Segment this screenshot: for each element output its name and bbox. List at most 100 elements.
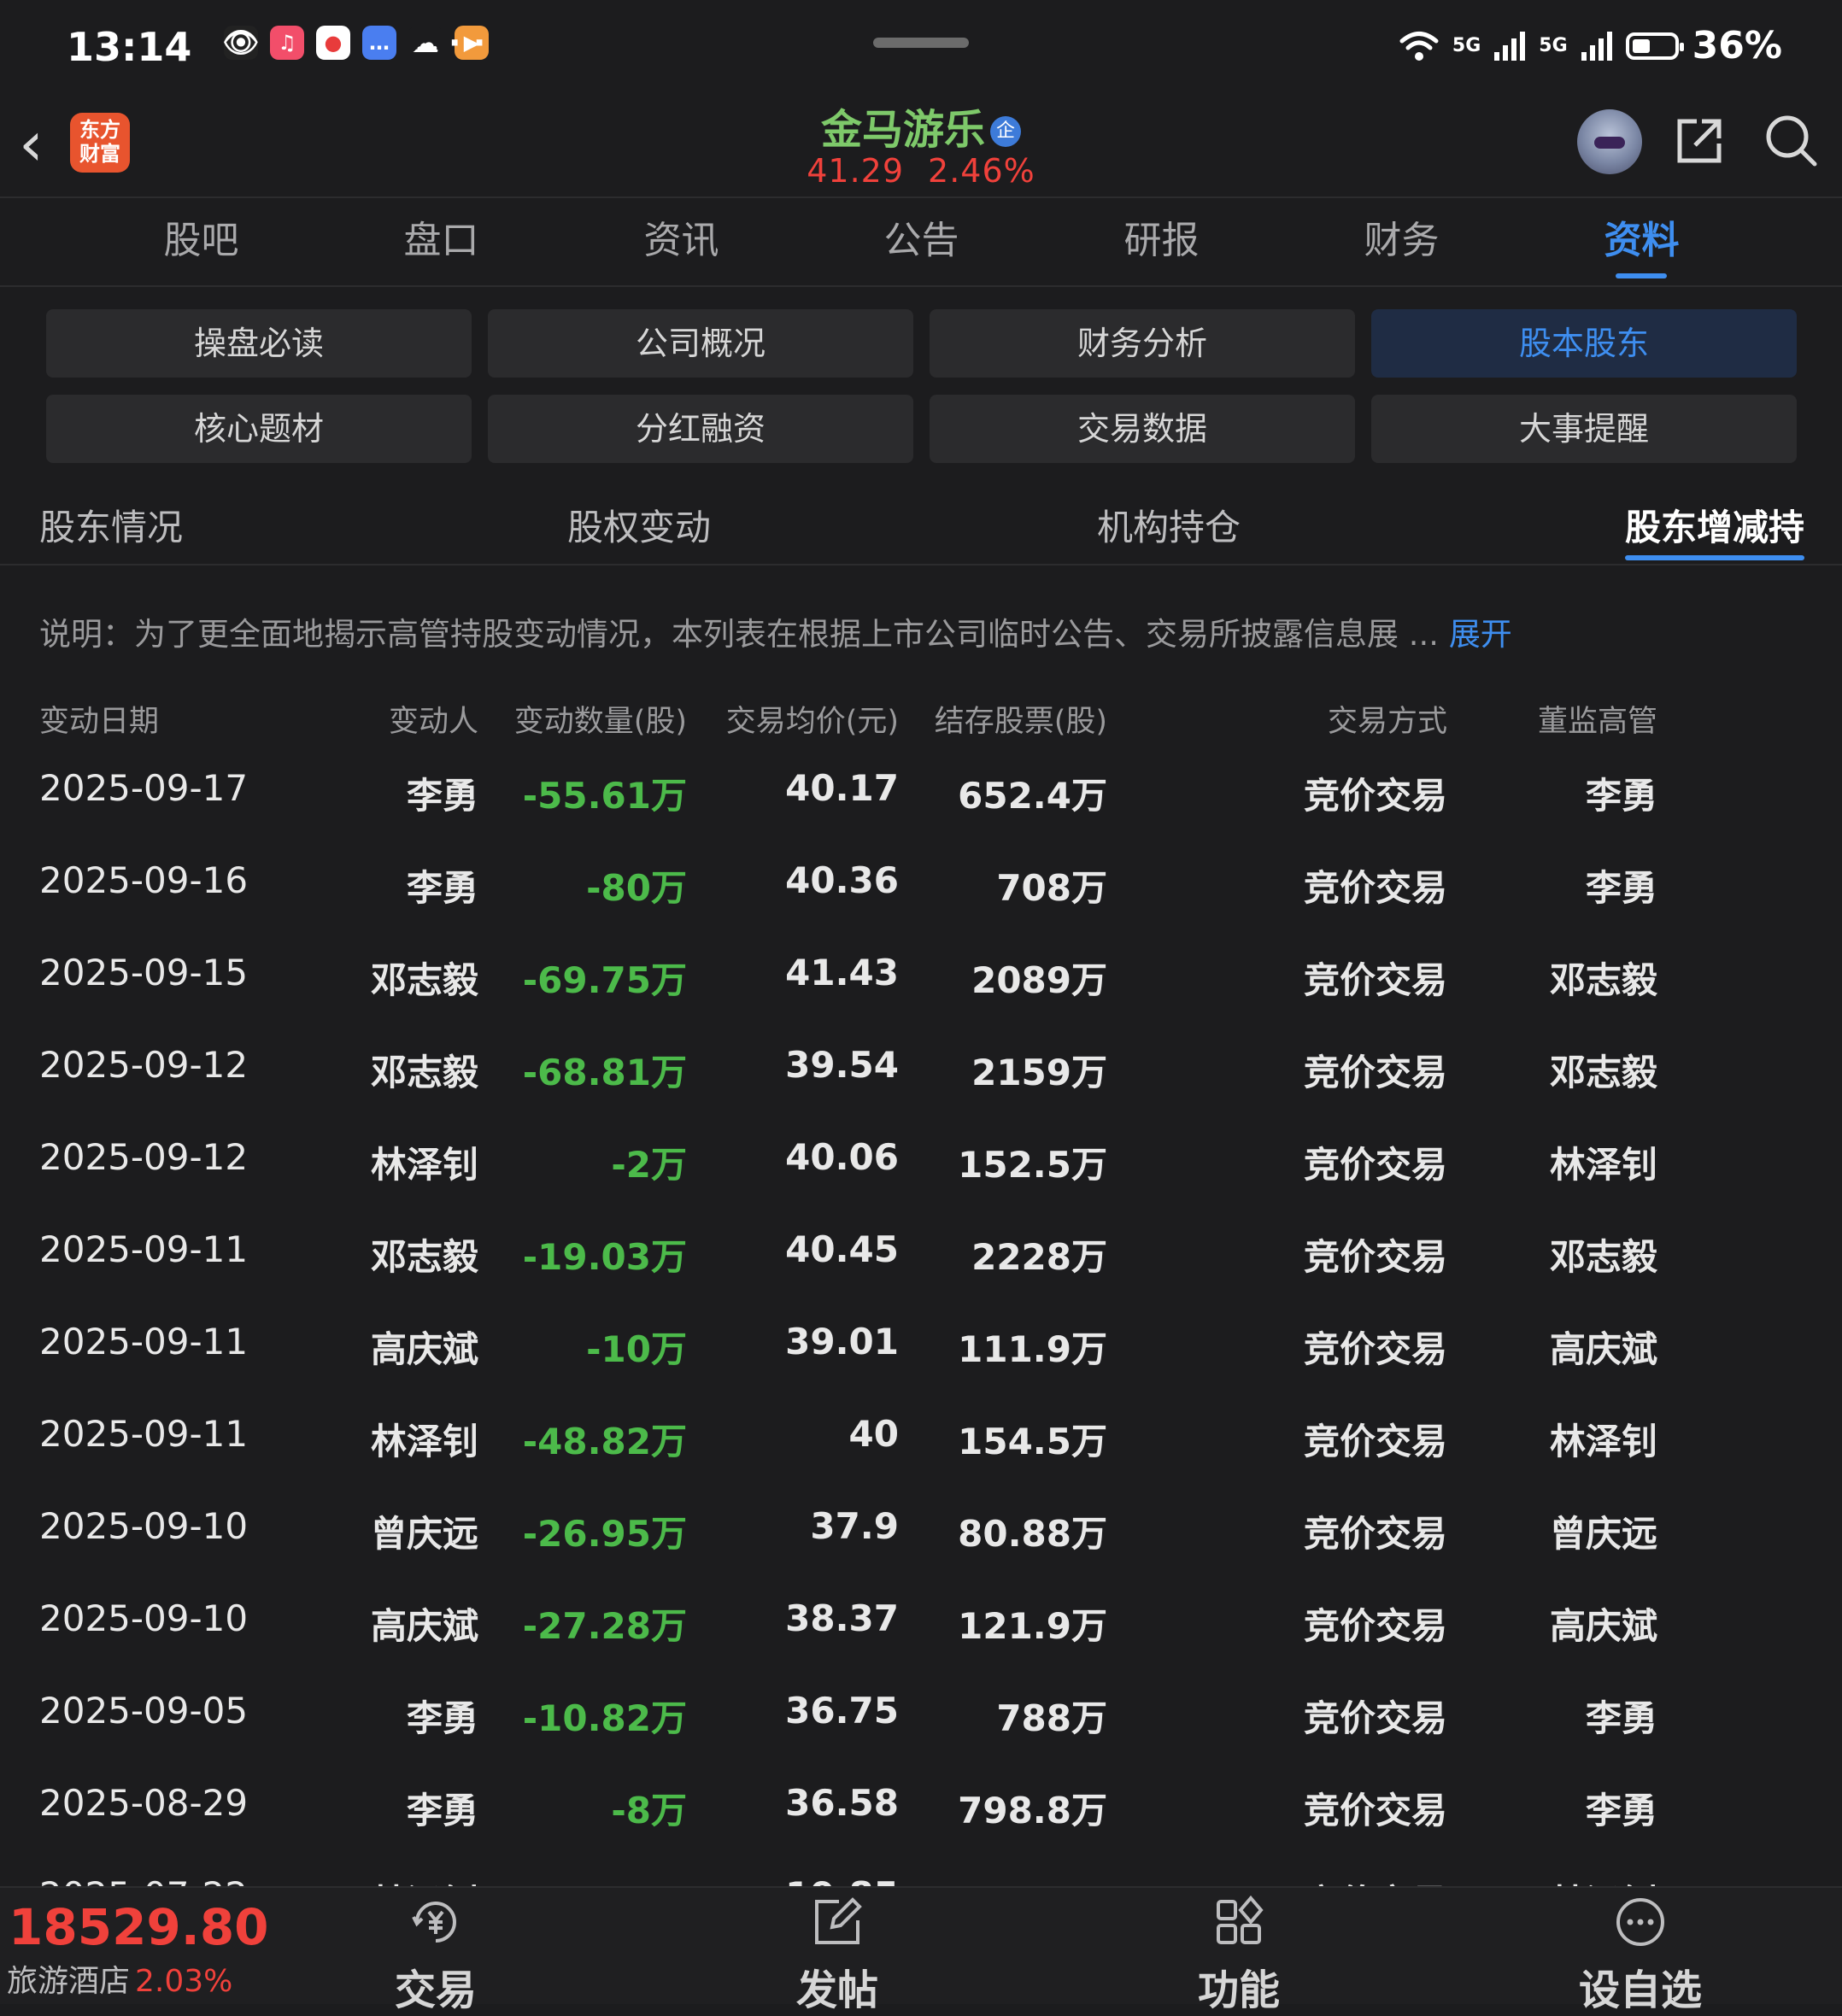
row-qty: -19.03万	[522, 1236, 687, 1278]
stock-name: 金马游乐	[820, 106, 985, 154]
more-notifications-icon: ···	[449, 24, 486, 62]
drag-handle[interactable]	[873, 38, 969, 48]
row-qty: -27.28万	[522, 1605, 687, 1647]
table-row[interactable]: 2025-08-29 李勇 -8万 36.58 798.8万 竞价交易 李勇	[0, 1767, 1842, 1859]
search-icon[interactable]	[1763, 113, 1818, 167]
row-method: 竞价交易	[1303, 867, 1447, 909]
tab-finance[interactable]: 财务	[1282, 198, 1522, 284]
row-date: 2025-08-29	[39, 1782, 249, 1824]
row-method: 竞价交易	[1303, 1236, 1447, 1278]
row-method: 竞价交易	[1303, 775, 1447, 817]
active-sub-tab-indicator	[1625, 555, 1804, 560]
row-method: 竞价交易	[1303, 1790, 1447, 1831]
financial-analysis-button[interactable]: 财务分析	[930, 309, 1355, 378]
trade-button[interactable]: 交易	[350, 1895, 521, 2016]
table-row[interactable]: 2025-09-05 李勇 -10.82万 36.75 788万 竞价交易 李勇	[0, 1674, 1842, 1767]
trading-data-button[interactable]: 交易数据	[930, 395, 1355, 463]
signal-bars-icon-1	[1494, 31, 1526, 61]
sub-tab-equity-change[interactable]: 股权变动	[567, 499, 711, 551]
chat-bubble-app-icon: …	[362, 26, 396, 60]
row-remaining: 2089万	[971, 959, 1107, 1001]
yuan-trade-icon	[412, 1902, 456, 1943]
dividend-financing-button[interactable]: 分红融资	[488, 395, 913, 463]
row-date: 2025-09-11	[39, 1228, 249, 1270]
signal-5g-label-1: 5G	[1452, 34, 1481, 56]
table-row[interactable]: 2025-09-12 林泽钊 -2万 40.06 152.5万 竞价交易 林泽钊	[0, 1121, 1842, 1213]
events-reminder-button[interactable]: 大事提醒	[1371, 395, 1797, 463]
tab-profile[interactable]: 资料	[1522, 198, 1762, 284]
table-row[interactable]: 2025-09-10 高庆斌 -27.28万 38.37 121.9万 竞价交易 高庆斌	[0, 1582, 1842, 1674]
row-avg-price: 36.58	[785, 1782, 899, 1824]
row-qty: -10万	[586, 1328, 687, 1370]
battery-percent: 36%	[1692, 24, 1782, 67]
core-topics-button[interactable]: 核心题材	[46, 395, 472, 463]
post-button[interactable]: 发帖	[752, 1895, 923, 2016]
functions-button[interactable]: 功能	[1153, 1895, 1324, 2016]
table-row[interactable]: 2025-09-15 邓志毅 -69.75万 41.43 2089万 竞价交易 邓志毅	[0, 936, 1842, 1029]
header-manager: 董监高管	[1537, 705, 1657, 739]
table-row[interactable]: 2025-09-10 曾庆远 -26.95万 37.9 80.88万 竞价交易 曾庆远	[0, 1490, 1842, 1582]
stock-price-line: 41.29 2.46%	[0, 152, 1842, 190]
table-row[interactable]: 2025-09-16 李勇 -80万 40.36 708万 竞价交易 李勇	[0, 844, 1842, 936]
battery-icon	[1625, 32, 1684, 60]
must-read-button[interactable]: 操盘必读	[46, 309, 472, 378]
sub-tab-shareholders[interactable]: 股东情况	[39, 499, 183, 551]
row-avg-price: 40.36	[785, 859, 899, 901]
holding-changes-table: 2025-09-17 李勇 -55.61万 40.17 652.4万 竞价交易 李勇 2025…	[0, 752, 1842, 1888]
row-avg-price: 39.54	[785, 1044, 899, 1086]
table-row[interactable]: 2025-09-12 邓志毅 -68.81万 39.54 2159万 竞价交易 邓志毅	[0, 1029, 1842, 1121]
expand-link[interactable]: 展开	[1449, 616, 1512, 653]
table-row[interactable]: 2025-09-17 李勇 -55.61万 40.17 652.4万 竞价交易 李勇	[0, 752, 1842, 844]
sector-index-label[interactable]: 旅游酒店 2.03%	[7, 1956, 232, 2001]
row-avg-price: 40	[848, 1413, 899, 1455]
table-row[interactable]: 2025-07-22林泽钊-50.00万19.85203.3万竞价交易林泽钊	[0, 1859, 1842, 1888]
eye-icon: 👁	[222, 26, 260, 60]
row-manager: 林泽钊	[1549, 1421, 1657, 1462]
table-row[interactable]: 2025-09-11 邓志毅 -19.03万 40.45 2228万 竞价交易 邓志毅	[0, 1213, 1842, 1305]
row-manager: 李勇	[1585, 1790, 1657, 1831]
grid-function-icon	[1217, 1895, 1264, 1944]
music-app-icon: ♫	[270, 26, 304, 60]
tab-news[interactable]: 资讯	[561, 198, 801, 284]
add-watchlist-button[interactable]: 设自选	[1555, 1895, 1726, 2016]
row-avg-price: 40.06	[785, 1136, 899, 1178]
ai-robot-icon[interactable]	[1577, 109, 1642, 174]
trade-label: 交易	[394, 1966, 477, 2014]
table-row[interactable]: 2025-09-11 高庆斌 -10万 39.01 111.9万 竞价交易 高庆斌	[0, 1305, 1842, 1398]
company-overview-button[interactable]: 公司概况	[488, 309, 913, 378]
row-manager: 高庆斌	[1549, 1605, 1657, 1647]
row-avg-price: 36.75	[785, 1690, 899, 1732]
row-qty: -68.81万	[522, 1052, 687, 1093]
row-avg-price: 38.37	[785, 1597, 899, 1639]
table-row[interactable]: 2025-09-11 林泽钊 -48.82万 40 154.5万 竞价交易 林泽钊	[0, 1398, 1842, 1490]
row-qty: -69.75万	[522, 959, 687, 1001]
shareholder-sub-tabs: 股东情况 股权变动 机构持仓 股东增减持	[0, 487, 1842, 566]
row-remaining: 798.8万	[958, 1790, 1107, 1831]
row-date: 2025-09-10	[39, 1505, 249, 1547]
sector-index-value[interactable]: 18529.80	[9, 1898, 269, 1956]
row-qty: -80万	[586, 867, 687, 909]
signal-bars-icon-2	[1581, 31, 1612, 61]
more-dots-icon	[1616, 1898, 1664, 1946]
row-remaining: 154.5万	[958, 1421, 1107, 1462]
tab-research[interactable]: 研报	[1041, 198, 1282, 284]
sub-tab-holding-changes[interactable]: 股东增减持	[1625, 499, 1804, 551]
row-method: 竞价交易	[1303, 1052, 1447, 1093]
tab-announcements[interactable]: 公告	[801, 198, 1041, 284]
tab-guba[interactable]: 股吧	[81, 198, 321, 284]
sub-tab-institutions[interactable]: 机构持仓	[1097, 499, 1241, 551]
row-manager: 李勇	[1585, 1697, 1657, 1739]
tab-pankou[interactable]: 盘口	[321, 198, 561, 284]
row-method: 竞价交易	[1303, 1605, 1447, 1647]
row-remaining: 788万	[996, 1697, 1107, 1739]
share-icon[interactable]	[1675, 116, 1724, 166]
wifi-icon	[1399, 31, 1439, 61]
header-remaining: 结存股票(股)	[934, 705, 1107, 739]
shareholders-button[interactable]: 股本股东	[1371, 309, 1797, 378]
note-text: 说明：为了更全面地揭示高管持股变动情况，本列表在根据上市公司临时公告、交易所披露…	[39, 616, 1440, 653]
row-manager: 李勇	[1585, 775, 1657, 817]
row-qty: -8万	[611, 1790, 687, 1831]
map-pin-app-icon: ●	[316, 26, 350, 60]
row-remaining: 152.5万	[958, 1144, 1107, 1186]
functions-label: 功能	[1197, 1966, 1280, 2014]
